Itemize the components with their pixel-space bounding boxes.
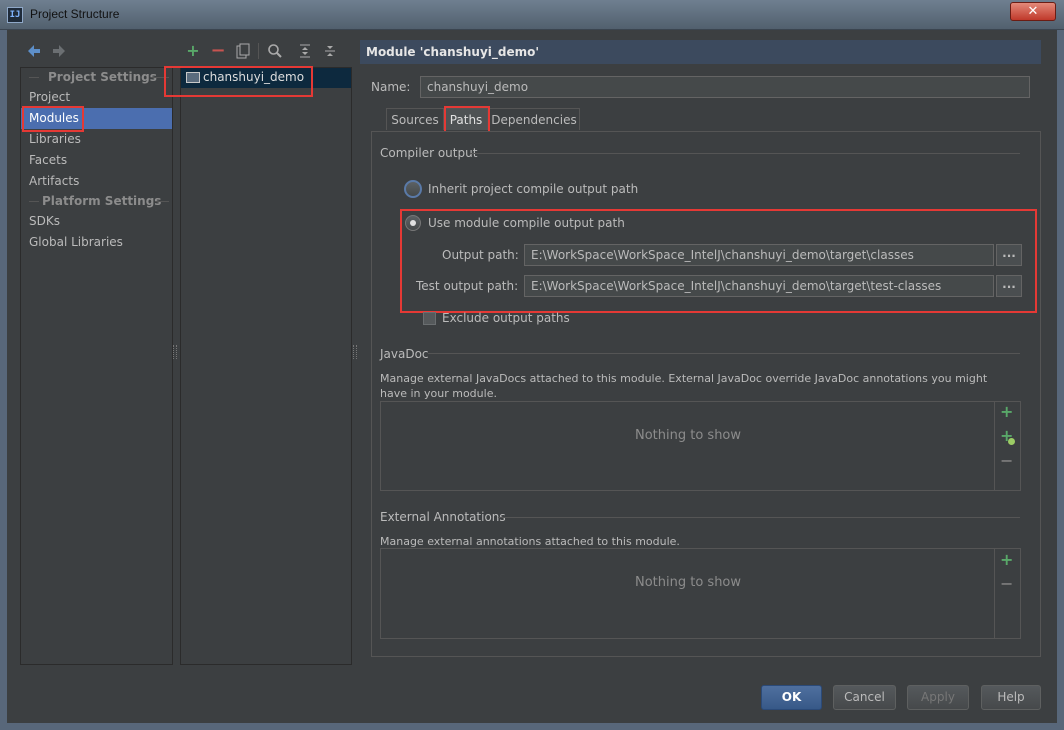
javadoc-empty-text: Nothing to show: [634, 428, 742, 443]
close-window-button[interactable]: ✕: [1010, 2, 1056, 21]
nav-item-global-libraries[interactable]: Global Libraries: [21, 232, 172, 253]
back-arrow-icon[interactable]: [25, 43, 43, 61]
cancel-button[interactable]: Cancel: [833, 685, 896, 710]
highlight-paths-tab: [444, 106, 490, 134]
javadoc-list[interactable]: Nothing to show: [380, 401, 1021, 491]
external-annotations-list[interactable]: Nothing to show: [380, 548, 1021, 639]
platform-settings-header: Platform Settings: [21, 194, 172, 210]
help-button[interactable]: Help: [981, 685, 1041, 710]
toolbar-separator: [258, 43, 259, 59]
forward-arrow-icon[interactable]: [50, 43, 68, 61]
highlight-output-paths: [400, 209, 1037, 313]
inherit-output-radio[interactable]: [404, 180, 422, 198]
window-frame-bottom: [0, 723, 1064, 730]
add-javadoc-icon[interactable]: +: [1000, 402, 1013, 421]
inherit-output-label: Inherit project compile output path: [428, 182, 639, 196]
exclude-output-paths-checkbox[interactable]: [423, 312, 436, 325]
highlight-modules: [22, 106, 84, 132]
external-annotations-divider: [498, 517, 1020, 518]
nav-item-libraries[interactable]: Libraries: [21, 129, 172, 150]
javadoc-divider: [428, 353, 1020, 354]
search-icon[interactable]: [266, 43, 284, 61]
add-annotation-icon[interactable]: +: [1000, 550, 1013, 569]
title-bar: IJ Project Structure ✕: [0, 0, 1064, 30]
window-frame-right: [1057, 30, 1064, 730]
window-frame-left: [0, 30, 7, 730]
module-name-field[interactable]: chanshuyi_demo: [420, 76, 1030, 98]
name-label: Name:: [371, 80, 411, 94]
nav-item-artifacts[interactable]: Artifacts: [21, 171, 172, 192]
remove-module-icon[interactable]: −: [209, 42, 227, 60]
nav-item-project[interactable]: Project: [21, 87, 172, 108]
nav-item-facets[interactable]: Facets: [21, 150, 172, 171]
project-settings-header: Project Settings: [21, 70, 172, 86]
apply-button[interactable]: Apply: [907, 685, 969, 710]
add-module-icon[interactable]: +: [184, 42, 202, 60]
exclude-output-paths-label: Exclude output paths: [442, 311, 570, 325]
tab-dependencies[interactable]: Dependencies: [488, 108, 580, 130]
javadoc-description: Manage external JavaDocs attached to thi…: [380, 372, 988, 400]
ok-button[interactable]: OK: [761, 685, 822, 710]
remove-javadoc-icon[interactable]: −: [1000, 451, 1013, 470]
window-title: Project Structure: [30, 7, 120, 21]
external-annotations-heading: External Annotations: [380, 510, 506, 524]
tab-sources[interactable]: Sources: [386, 108, 444, 130]
copy-icon[interactable]: [234, 43, 252, 61]
splitter-handle-right[interactable]: [353, 345, 357, 359]
compiler-output-heading: Compiler output: [380, 146, 478, 160]
module-panel-header: Module 'chanshuyi_demo': [360, 40, 1041, 64]
highlight-module: [164, 66, 313, 97]
globe-icon: [1008, 438, 1015, 445]
compiler-output-divider: [470, 153, 1020, 154]
javadoc-heading: JavaDoc: [380, 347, 429, 361]
external-annotations-description: Manage external annotations attached to …: [380, 535, 680, 548]
settings-nav: Project Settings Project Modules Librari…: [20, 67, 173, 665]
nav-item-sdks[interactable]: SDKs: [21, 211, 172, 232]
external-annotations-empty-text: Nothing to show: [634, 575, 742, 590]
splitter-handle-left[interactable]: [173, 345, 177, 359]
module-list: [180, 67, 352, 665]
expand-all-icon[interactable]: [296, 43, 314, 61]
intellij-app-icon: IJ: [7, 7, 23, 23]
collapse-all-icon[interactable]: [321, 43, 339, 61]
remove-annotation-icon[interactable]: −: [1000, 574, 1013, 593]
